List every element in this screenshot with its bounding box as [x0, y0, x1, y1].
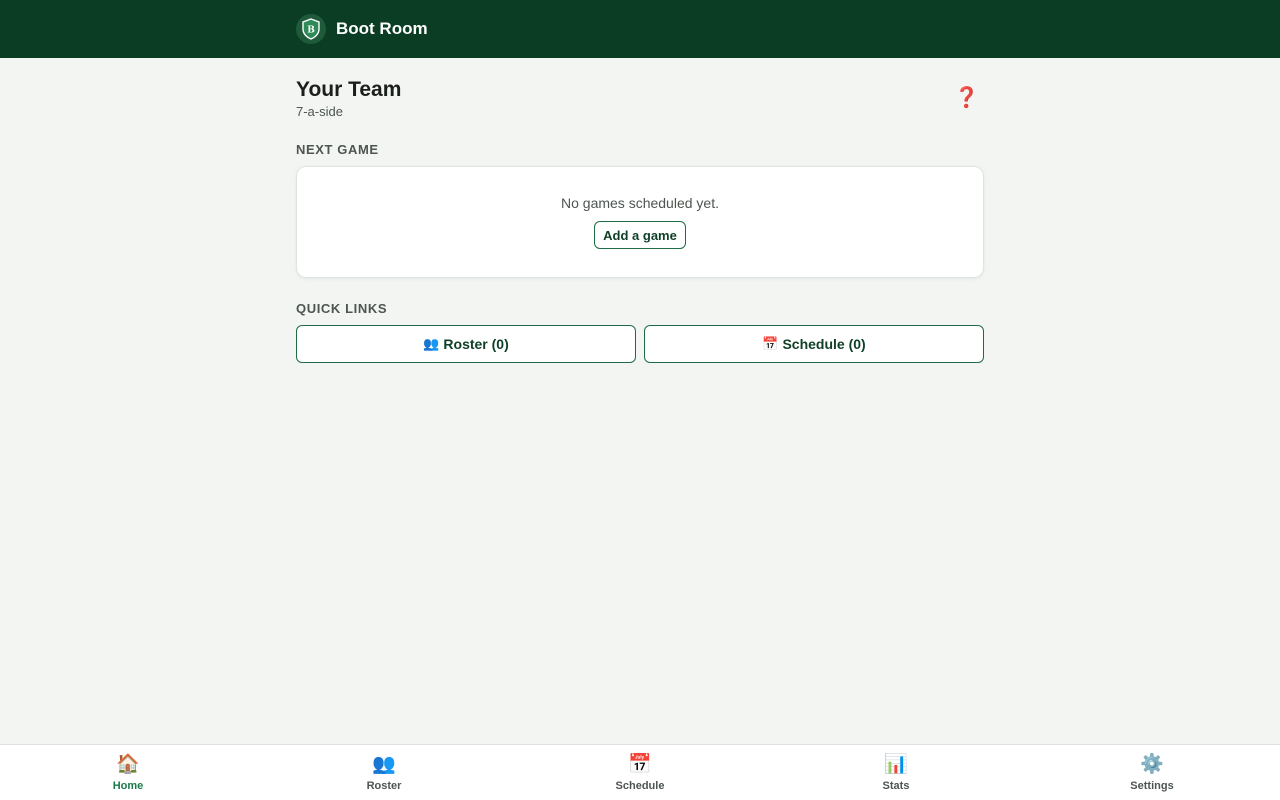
logo-letter: B: [307, 26, 315, 36]
people-icon: 👥: [372, 753, 396, 775]
bar-chart-icon: 📊: [884, 753, 908, 775]
calendar-icon: 📅: [762, 336, 779, 351]
people-icon: 👥: [423, 336, 440, 351]
app-title: Boot Room: [336, 19, 428, 38]
app-header: B Boot Room: [0, 0, 1280, 58]
bottom-nav: 🏠 Home 👥 Roster 📅 Schedule 📊 Stats ⚙️ Se…: [0, 744, 1280, 800]
nav-item-schedule[interactable]: 📅 Schedule: [512, 745, 768, 800]
empty-state-text: No games scheduled yet.: [561, 195, 719, 211]
next-game-heading: NEXT GAME: [296, 142, 379, 157]
add-game-button[interactable]: Add a game: [594, 221, 686, 249]
nav-label-settings: Settings: [1130, 779, 1174, 792]
nav-label-stats: Stats: [882, 779, 910, 792]
nav-label-home: Home: [112, 779, 144, 792]
nav-label-schedule: Schedule: [615, 779, 665, 792]
nav-item-home[interactable]: 🏠 Home: [0, 745, 256, 800]
calendar-icon: 📅: [628, 753, 652, 775]
nav-label-roster: Roster: [366, 779, 402, 792]
home-icon: 🏠: [116, 753, 140, 775]
help-icon[interactable]: ❓: [954, 86, 979, 110]
nav-item-settings[interactable]: ⚙️ Settings: [1024, 745, 1280, 800]
gear-icon: ⚙️: [1140, 753, 1164, 775]
team-header: Your Team 7-a-side ❓: [296, 58, 984, 148]
team-name: Your Team: [296, 78, 402, 101]
team-format: 7-a-side: [296, 104, 343, 119]
roster-link-button[interactable]: 👥 Roster (0): [296, 325, 636, 363]
roster-link-label: Roster (0): [443, 336, 509, 352]
schedule-link-button[interactable]: 📅 Schedule (0): [644, 325, 984, 363]
shield-logo-icon: B: [296, 14, 326, 44]
quick-links-heading: QUICK LINKS: [296, 301, 388, 316]
quick-links: 👥 Roster (0) 📅 Schedule (0): [296, 325, 984, 363]
home-content: Your Team 7-a-side ❓ NEXT GAME No games …: [296, 58, 984, 363]
next-game-card: No games scheduled yet. Add a game: [296, 166, 984, 278]
schedule-link-label: Schedule (0): [782, 336, 866, 352]
nav-item-roster[interactable]: 👥 Roster: [256, 745, 512, 800]
nav-item-stats[interactable]: 📊 Stats: [768, 745, 1024, 800]
brand[interactable]: B Boot Room: [296, 14, 428, 44]
